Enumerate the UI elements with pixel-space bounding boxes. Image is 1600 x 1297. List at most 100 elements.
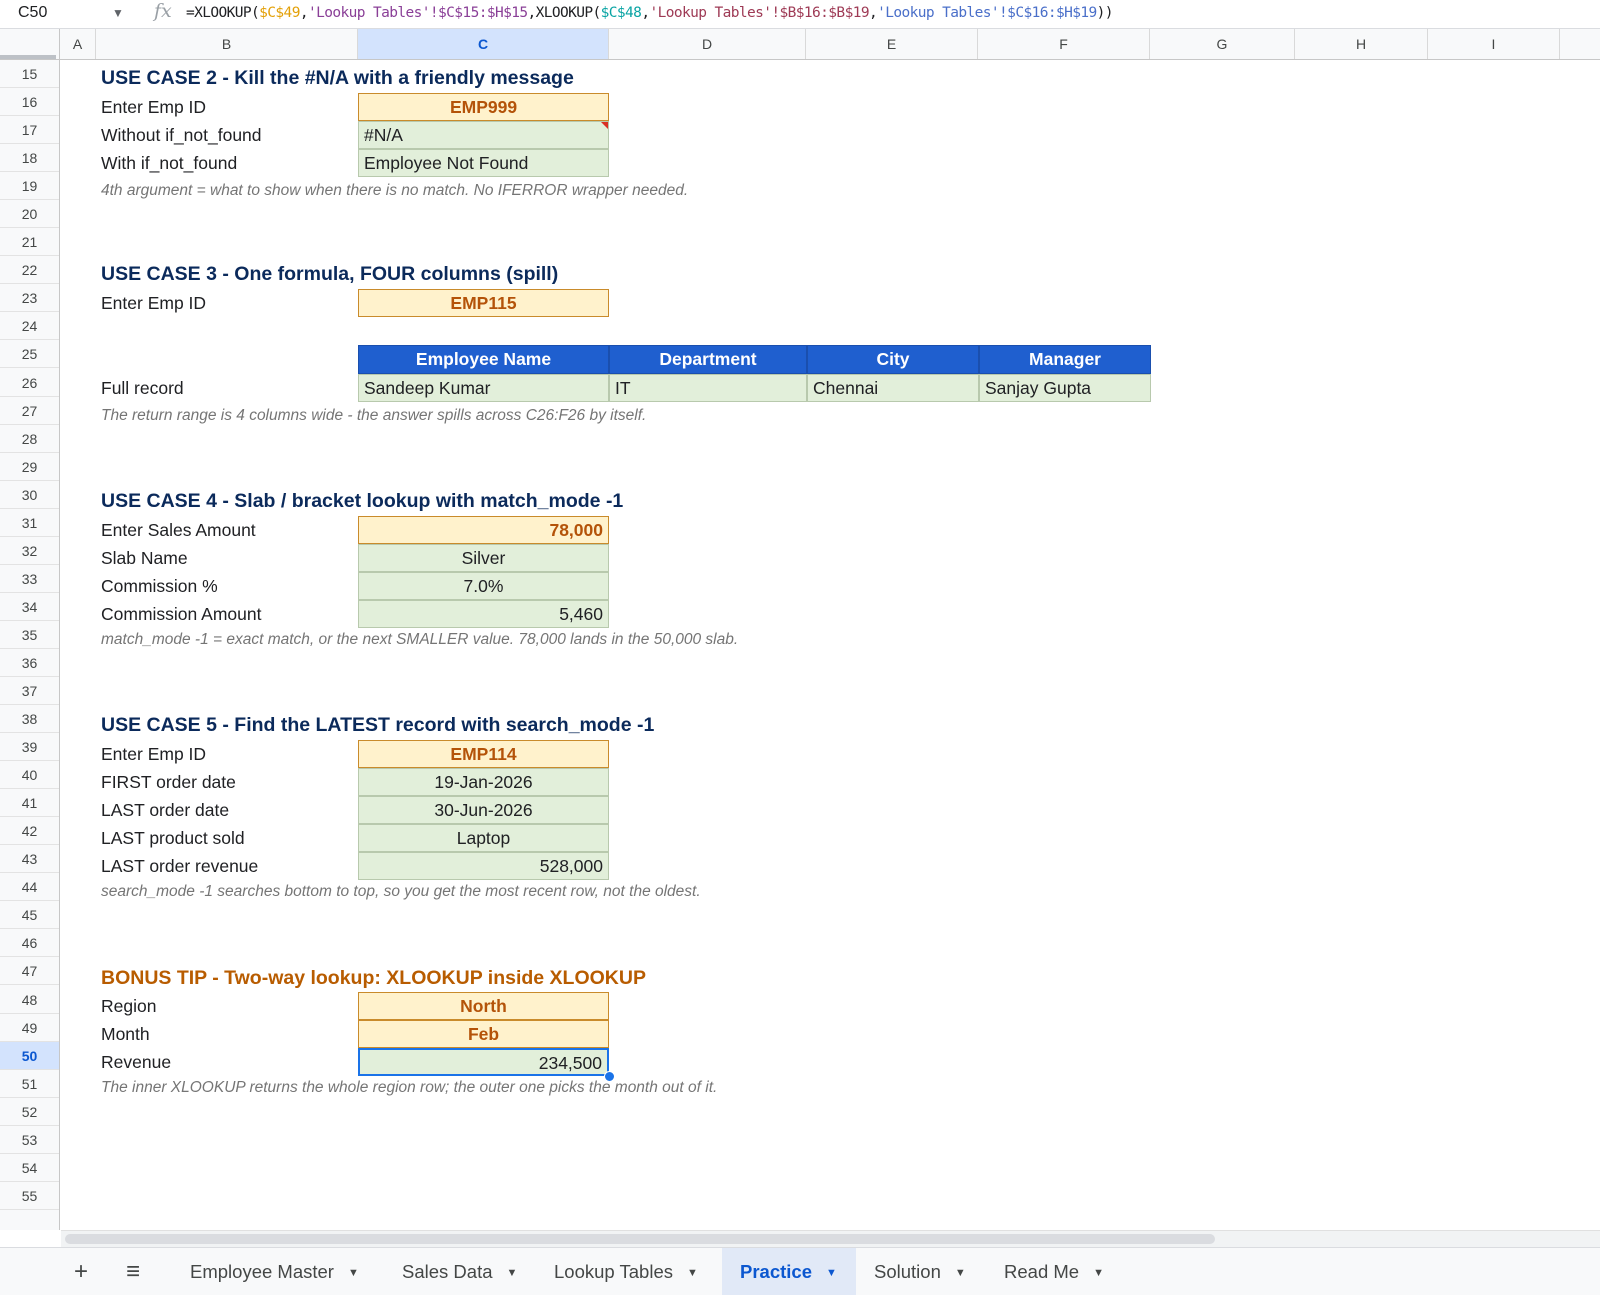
row-header-28[interactable]: 28: [0, 425, 59, 453]
uc5-revenue-result[interactable]: 528,000: [358, 852, 609, 880]
row-header-43[interactable]: 43: [0, 845, 59, 873]
row-header-20[interactable]: 20: [0, 200, 59, 228]
row-header-31[interactable]: 31: [0, 509, 59, 537]
horizontal-scrollbar[interactable]: [61, 1230, 1600, 1247]
uc2-with-result[interactable]: Employee Not Found: [358, 149, 609, 177]
select-all-corner[interactable]: [0, 29, 60, 59]
row-header-25[interactable]: 25: [0, 340, 59, 368]
uc4-slab-result[interactable]: Silver: [358, 544, 609, 572]
row-header-29[interactable]: 29: [0, 453, 59, 481]
row-header-23[interactable]: 23: [0, 284, 59, 312]
column-header-f[interactable]: F: [978, 29, 1150, 59]
tab-dropdown-icon[interactable]: ▼: [1093, 1250, 1104, 1297]
row-header-35[interactable]: 35: [0, 621, 59, 649]
sheet-tab-sales-data[interactable]: Sales Data ▼: [384, 1248, 536, 1295]
row-header-45[interactable]: 45: [0, 901, 59, 929]
uc5-emp-id-input[interactable]: EMP114: [358, 740, 609, 768]
row-header-50[interactable]: 50: [0, 1042, 59, 1070]
tab-dropdown-icon[interactable]: ▼: [687, 1250, 698, 1297]
uc4-amount-result[interactable]: 5,460: [358, 600, 609, 628]
row-header-17[interactable]: 17: [0, 116, 59, 144]
uc3-record-employee-name[interactable]: Sandeep Kumar: [358, 374, 609, 402]
row-header-26[interactable]: 26: [0, 369, 59, 397]
scrollbar-thumb[interactable]: [65, 1234, 1215, 1244]
formula-part: ,: [868, 5, 878, 21]
row-header-49[interactable]: 49: [0, 1014, 59, 1042]
tab-dropdown-icon[interactable]: ▼: [826, 1250, 837, 1297]
use-case-5-title: USE CASE 5 - Find the LATEST record with…: [101, 714, 655, 736]
row-header-15[interactable]: 15: [0, 60, 59, 88]
row-header-18[interactable]: 18: [0, 144, 59, 172]
row-header-38[interactable]: 38: [0, 705, 59, 733]
uc5-first-date-result[interactable]: 19-Jan-2026: [358, 768, 609, 796]
column-header-d[interactable]: D: [609, 29, 806, 59]
column-header-i[interactable]: I: [1428, 29, 1560, 59]
row-header-27[interactable]: 27: [0, 397, 59, 425]
row-header-19[interactable]: 19: [0, 172, 59, 200]
column-header-a[interactable]: A: [60, 29, 96, 59]
row-header-33[interactable]: 33: [0, 565, 59, 593]
row-header-21[interactable]: 21: [0, 228, 59, 256]
uc5-first-label: FIRST order date: [101, 772, 236, 792]
row-header-40[interactable]: 40: [0, 761, 59, 789]
row-header-32[interactable]: 32: [0, 537, 59, 565]
formula-input[interactable]: =XLOOKUP($C$49,'Lookup Tables'!$C$15:$H$…: [186, 2, 1114, 24]
row-header-34[interactable]: 34: [0, 593, 59, 621]
use-case-4-title: USE CASE 4 - Slab / bracket lookup with …: [101, 490, 624, 512]
tab-dropdown-icon[interactable]: ▼: [348, 1250, 359, 1297]
row-header-41[interactable]: 41: [0, 789, 59, 817]
bonus-revenue-result[interactable]: 234,500: [358, 1048, 609, 1076]
uc5-product-result[interactable]: Laptop: [358, 824, 609, 852]
row-header-44[interactable]: 44: [0, 873, 59, 901]
row-header-37[interactable]: 37: [0, 677, 59, 705]
column-header-e[interactable]: E: [806, 29, 978, 59]
uc4-sales-amount-input[interactable]: 78,000: [358, 516, 609, 544]
bonus-region-input[interactable]: North: [358, 992, 609, 1020]
sheet-tab-solution[interactable]: Solution ▼: [856, 1248, 986, 1295]
uc3-record-manager[interactable]: Sanjay Gupta: [979, 374, 1151, 402]
bonus-month-input[interactable]: Feb: [358, 1020, 609, 1048]
row-header-39[interactable]: 39: [0, 733, 59, 761]
uc3-header-manager: Manager: [979, 345, 1151, 374]
row-header-30[interactable]: 30: [0, 481, 59, 509]
column-header-c[interactable]: C: [358, 29, 609, 59]
uc3-record-department[interactable]: IT: [609, 374, 807, 402]
sheet-grid[interactable]: USE CASE 2 - Kill the #N/A with a friend…: [61, 60, 1600, 1230]
name-box-dropdown-icon[interactable]: ▼: [112, 2, 124, 24]
name-box[interactable]: C50: [18, 2, 47, 24]
uc2-without-result[interactable]: #N/A: [358, 121, 609, 149]
sheet-tab-employee-master[interactable]: Employee Master ▼: [172, 1248, 384, 1295]
sheet-tab-practice[interactable]: Practice ▼: [722, 1248, 856, 1295]
uc2-emp-id-input[interactable]: EMP999: [358, 93, 609, 121]
add-sheet-icon[interactable]: +: [66, 1248, 96, 1295]
sheet-tab-bar: + ≡ Employee Master ▼ Sales Data ▼ Lookup Ta…: [0, 1247, 1600, 1295]
row-header-16[interactable]: 16: [0, 88, 59, 116]
row-header-54[interactable]: 54: [0, 1154, 59, 1182]
row-header-55[interactable]: 55: [0, 1182, 59, 1210]
row-header-52[interactable]: 52: [0, 1098, 59, 1126]
column-header-h[interactable]: H: [1295, 29, 1428, 59]
row-header-42[interactable]: 42: [0, 817, 59, 845]
row-header-22[interactable]: 22: [0, 256, 59, 284]
row-header-24[interactable]: 24: [0, 312, 59, 340]
row-header-46[interactable]: 46: [0, 929, 59, 957]
uc5-last-date-result[interactable]: 30-Jun-2026: [358, 796, 609, 824]
uc4-pct-result[interactable]: 7.0%: [358, 572, 609, 600]
uc5-enter-label: Enter Emp ID: [101, 744, 207, 764]
column-header-b[interactable]: B: [96, 29, 358, 59]
column-header-g[interactable]: G: [1150, 29, 1295, 59]
row-header-48[interactable]: 48: [0, 986, 59, 1014]
sheet-tab-read-me[interactable]: Read Me ▼: [986, 1248, 1116, 1295]
sheet-tab-label: Practice: [740, 1261, 812, 1282]
tab-dropdown-icon[interactable]: ▼: [955, 1250, 966, 1297]
row-header-36[interactable]: 36: [0, 649, 59, 677]
sheet-tab-lookup-tables[interactable]: Lookup Tables ▼: [536, 1248, 722, 1295]
row-header-53[interactable]: 53: [0, 1126, 59, 1154]
all-sheets-menu-icon[interactable]: ≡: [118, 1248, 148, 1295]
row-header-47[interactable]: 47: [0, 957, 59, 985]
uc3-emp-id-input[interactable]: EMP115: [358, 289, 609, 317]
row-header-51[interactable]: 51: [0, 1070, 59, 1098]
uc5-note: search_mode -1 searches bottom to top, s…: [101, 883, 701, 900]
tab-dropdown-icon[interactable]: ▼: [507, 1250, 518, 1297]
uc3-record-city[interactable]: Chennai: [807, 374, 979, 402]
